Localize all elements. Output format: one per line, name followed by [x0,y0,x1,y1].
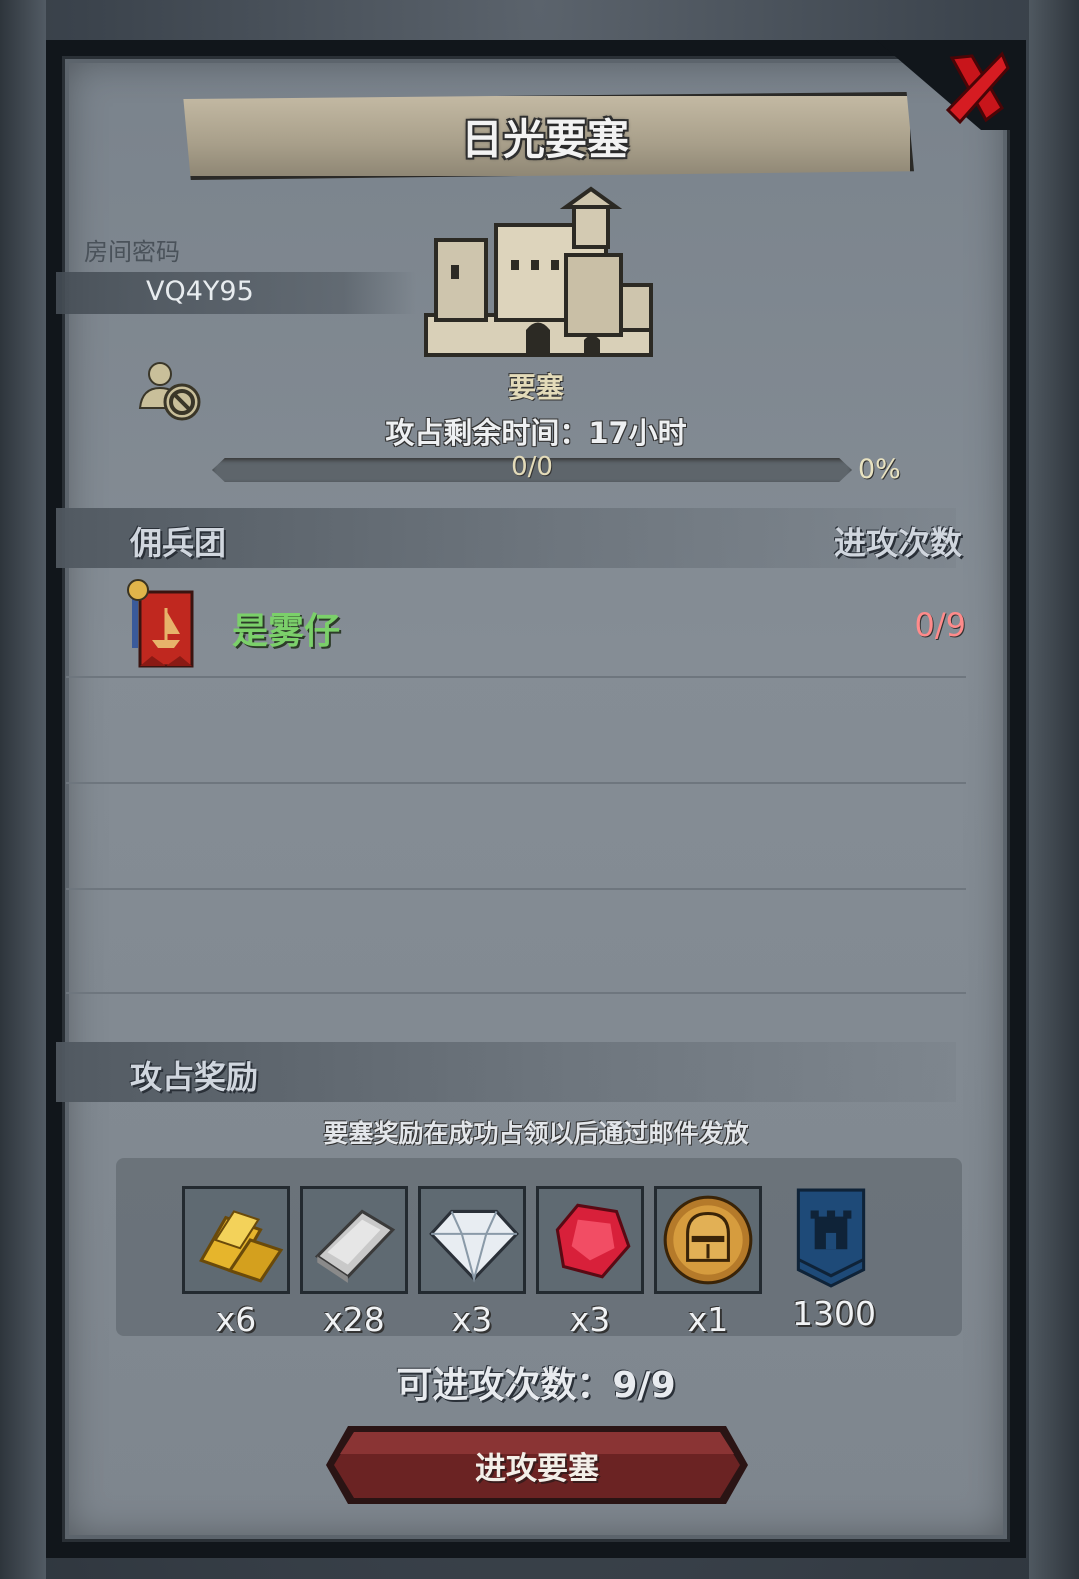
background-right-decor [1029,0,1079,1579]
fortress-dialog: 日光要塞 房间密码 VQ4Y95 要塞 攻占剩余时间：17小时 0/0 0% 佣… [46,40,1026,1558]
attack-fortress-button[interactable]: 进攻要塞 [324,1424,750,1506]
reward-item[interactable]: 1300 [780,1186,888,1333]
reward-quantity: x3 [569,1300,611,1339]
reward-item[interactable]: x28 [300,1186,408,1339]
attack-count-header-label: 进攻次数 [833,524,962,562]
fortress-castle-icon [424,186,653,357]
background-left-decor [0,0,46,1579]
attack-fortress-label: 进攻要塞 [475,1450,599,1487]
empty-mercenary-row [66,888,966,994]
ruby-icon [539,1189,641,1291]
title-banner: 日光要塞 [183,92,914,180]
reward-quantity: x6 [215,1300,257,1339]
room-password-label: 房间密码 [84,238,180,266]
mercenary-attack-count: 0/9 [914,606,967,644]
diamond-icon [421,1189,523,1291]
reward-item[interactable]: x1 [654,1186,762,1339]
reward-item[interactable]: x6 [182,1186,290,1339]
page-title: 日光要塞 [460,114,629,164]
reward-quantity: x3 [451,1300,493,1339]
silver-bar-icon [303,1189,405,1291]
mercenary-name: 是雾仔 [232,611,341,652]
fortress-name: 要塞 [507,371,564,404]
reward-quantity: x28 [323,1300,385,1339]
remaining-time: 攻占剩余时间：17小时 [385,416,687,450]
reward-item[interactable]: x3 [418,1186,526,1339]
empty-mercenary-row [66,784,966,890]
available-attempts: 可进攻次数：9/9 [396,1365,676,1406]
reward-item[interactable]: x3 [536,1186,644,1339]
close-icon [945,51,1010,125]
room-password-code[interactable]: VQ4Y95 [146,276,254,307]
mercenary-header-label: 佣兵团 [130,524,227,562]
gold-bar-icon [185,1189,287,1291]
capture-progress-percent: 0% [858,454,901,485]
close-button[interactable] [942,48,1012,128]
guild-banner-icon [127,579,194,668]
reward-quantity: x1 [687,1300,729,1339]
rewards-header-label: 攻占奖励 [130,1058,259,1096]
reward-list: x6 x28 x3 x3 x1 1300 [116,1158,962,1339]
castle-banner-icon [796,1188,866,1288]
reward-quantity: 1300 [792,1294,876,1333]
capture-progress-text: 0/0 [511,452,553,482]
mercenary-row[interactable]: 是雾仔 0/9 [66,568,966,678]
knight-helmet-coin-icon [657,1189,759,1291]
reward-note: 要塞奖励在成功占领以后通过邮件发放 [323,1119,749,1148]
empty-mercenary-row [66,678,966,784]
